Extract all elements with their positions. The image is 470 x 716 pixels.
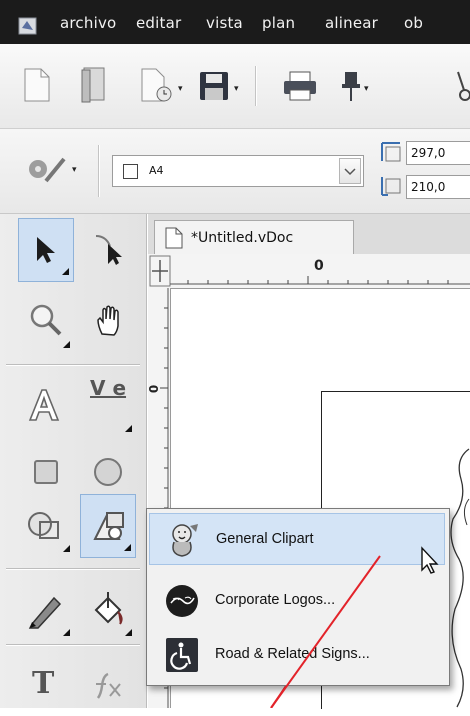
paper-size-select[interactable]: A4 bbox=[112, 155, 364, 187]
horizontal-ruler[interactable]: 0 bbox=[148, 254, 470, 289]
vertical-text-letters: V e bbox=[90, 376, 127, 400]
menu-item-label: Corporate Logos... bbox=[215, 592, 336, 608]
chevron-down-icon bbox=[344, 168, 356, 176]
paint-bucket-icon bbox=[94, 592, 123, 625]
toolbar-separator bbox=[255, 66, 257, 106]
shape-tool[interactable] bbox=[18, 494, 74, 558]
magic-wand-tool-icon[interactable] bbox=[24, 151, 70, 191]
magnifier-icon bbox=[30, 304, 62, 336]
vertical-text-tool[interactable]: V e bbox=[80, 374, 136, 438]
page-height-icon bbox=[381, 177, 401, 196]
page-width-value: 297,0 bbox=[411, 146, 446, 160]
clipart-character-icon bbox=[172, 524, 198, 557]
page-width-input[interactable]: 297,0 bbox=[406, 141, 470, 165]
menu-item-road-signs[interactable]: Road & Related Signs... bbox=[149, 629, 445, 681]
menu-vista[interactable]: vista bbox=[206, 14, 243, 32]
ruler-vertical-zero-label: 0 bbox=[147, 384, 162, 394]
save-disk-icon[interactable] bbox=[198, 70, 232, 102]
page-height-value: 210,0 bbox=[411, 180, 446, 194]
menu-alinear[interactable]: alinear bbox=[325, 14, 378, 32]
wheelchair-sign-icon bbox=[166, 638, 198, 672]
cut-partial-icon[interactable] bbox=[450, 70, 470, 102]
page-width-icon bbox=[381, 142, 401, 162]
main-toolbar: ▾ ▾ ▾ bbox=[0, 44, 470, 129]
formula-tool[interactable] bbox=[80, 652, 136, 716]
clipart-tool[interactable] bbox=[80, 494, 136, 558]
page-height-input[interactable]: 210,0 bbox=[406, 175, 470, 199]
properties-toolbar: ▾ A4 297,0 210,0 bbox=[0, 129, 470, 214]
save-dropdown-arrow[interactable]: ▾ bbox=[234, 84, 239, 94]
menu-archivo[interactable]: archivo bbox=[60, 14, 116, 32]
document-tab-bar: *Untitled.vDoc bbox=[148, 214, 470, 255]
artistic-text-tool[interactable] bbox=[18, 374, 74, 438]
menu-item-label: Road & Related Signs... bbox=[215, 646, 370, 662]
node-edit-tool[interactable] bbox=[80, 218, 136, 282]
rectangle-icon bbox=[34, 460, 58, 484]
menu-editar[interactable]: editar bbox=[136, 14, 181, 32]
coca-cola-logo-icon bbox=[166, 585, 198, 617]
pencil-tool[interactable] bbox=[18, 578, 74, 642]
ruler-ticks bbox=[149, 255, 470, 287]
toolbar-separator bbox=[98, 145, 100, 197]
text-tool-letter: T bbox=[32, 666, 55, 701]
document-tab[interactable]: *Untitled.vDoc bbox=[154, 220, 354, 254]
pin-dropdown-arrow[interactable]: ▾ bbox=[364, 84, 369, 94]
menu-item-general-clipart[interactable]: General Clipart bbox=[149, 513, 445, 565]
shapes-icon bbox=[28, 512, 59, 539]
app-icon[interactable] bbox=[18, 16, 38, 36]
document-tab-title: *Untitled.vDoc bbox=[191, 230, 294, 246]
tool-separator bbox=[6, 364, 140, 366]
text-tool[interactable]: T bbox=[18, 652, 74, 716]
menu-item-corporate-logos[interactable]: Corporate Logos... bbox=[149, 575, 445, 627]
menu-item-label: General Clipart bbox=[216, 531, 314, 547]
hand-icon bbox=[97, 305, 119, 336]
fill-tool[interactable] bbox=[80, 578, 136, 642]
mouse-cursor-icon bbox=[421, 546, 439, 574]
tool-separator bbox=[6, 644, 140, 646]
menu-bar: archivo editar vista plan alinear ob bbox=[0, 0, 470, 44]
zoom-tool[interactable] bbox=[18, 290, 74, 354]
outline-letter-a-icon bbox=[28, 389, 60, 421]
pin-icon[interactable] bbox=[340, 70, 362, 102]
print-icon[interactable] bbox=[282, 70, 318, 102]
paper-swatch-icon bbox=[123, 164, 138, 179]
tool-separator bbox=[6, 568, 140, 570]
circle-icon bbox=[94, 458, 122, 486]
pan-hand-tool[interactable] bbox=[80, 290, 136, 354]
arrow-pointer-icon bbox=[37, 237, 55, 263]
paper-size-dropdown-button[interactable] bbox=[339, 158, 361, 184]
document-icon bbox=[165, 227, 183, 249]
node-pointer-icon bbox=[95, 235, 122, 265]
template-dropdown-arrow[interactable]: ▾ bbox=[178, 84, 183, 94]
menu-ob[interactable]: ob bbox=[404, 14, 423, 32]
ruler-zero-label: 0 bbox=[314, 258, 324, 274]
select-tool[interactable] bbox=[18, 218, 74, 282]
menu-plan[interactable]: plan bbox=[262, 14, 295, 32]
pencil-icon bbox=[28, 596, 62, 629]
document-template-icon[interactable] bbox=[140, 68, 176, 104]
settings-dropdown-arrow[interactable]: ▾ bbox=[72, 165, 77, 175]
clipart-shapes-icon bbox=[93, 512, 124, 540]
new-document-icon[interactable] bbox=[24, 68, 50, 102]
tool-panel: V e T bbox=[0, 214, 147, 708]
function-fx-icon bbox=[96, 672, 121, 699]
open-book-icon[interactable] bbox=[80, 66, 110, 104]
paper-size-value: A4 bbox=[149, 164, 164, 177]
clipart-popup-menu: General Clipart Corporate Logos... Road … bbox=[146, 508, 450, 686]
